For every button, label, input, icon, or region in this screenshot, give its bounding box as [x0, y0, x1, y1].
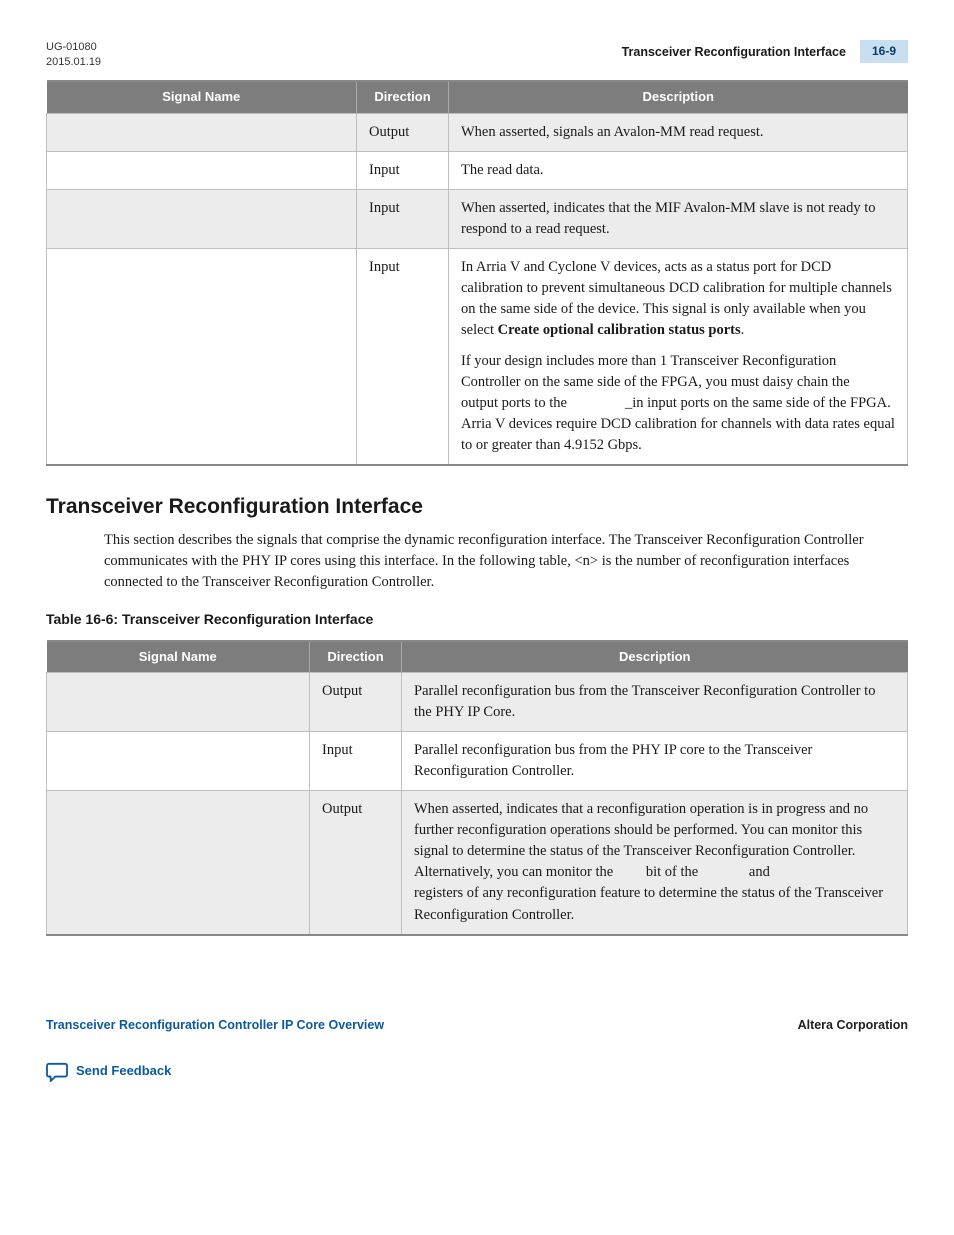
cell-signal	[47, 248, 357, 465]
table-row: Output When asserted, indicates that a r…	[47, 791, 908, 935]
cell-direction: Output	[310, 791, 402, 935]
header-right: Transceiver Reconfiguration Interface 16…	[622, 40, 908, 63]
table-caption: Table 16-6: Transceiver Reconfiguration …	[46, 609, 908, 629]
page-header: UG-01080 2015.01.19 Transceiver Reconfig…	[46, 40, 908, 70]
desc-text: If your design includes more than 1 Tran…	[461, 353, 850, 390]
cell-signal	[47, 113, 357, 151]
desc-text: and	[749, 864, 770, 880]
cell-direction: Input	[357, 189, 449, 248]
cell-signal	[47, 189, 357, 248]
speech-bubble-icon	[46, 1062, 68, 1082]
table-header-row: Signal Name Direction Description	[47, 641, 908, 673]
cell-signal	[47, 151, 357, 189]
desc-text: registers of any reconfiguration feature…	[414, 885, 883, 922]
cell-description: Parallel reconfiguration bus from the Tr…	[402, 673, 908, 732]
signal-table-1: Signal Name Direction Description Output…	[46, 80, 908, 466]
desc-bold: Create optional calibration status ports	[498, 322, 741, 338]
table-row: Input When asserted, indicates that the …	[47, 189, 908, 248]
cell-description: When asserted, indicates that the MIF Av…	[449, 189, 908, 248]
table-row: Output When asserted, signals an Avalon-…	[47, 113, 908, 151]
doc-id: UG-01080	[46, 40, 101, 55]
col-header-signal: Signal Name	[47, 81, 357, 113]
header-left: UG-01080 2015.01.19	[46, 40, 101, 70]
desc-text: bit of the	[646, 864, 698, 880]
doc-date: 2015.01.19	[46, 55, 101, 70]
table-row: Input The read data.	[47, 151, 908, 189]
cell-direction: Input	[357, 248, 449, 465]
cell-direction: Output	[357, 113, 449, 151]
cell-signal	[47, 673, 310, 732]
header-crumb: Transceiver Reconfiguration Interface	[622, 43, 846, 61]
cell-description: When asserted, signals an Avalon-MM read…	[449, 113, 908, 151]
table-row: Output Parallel reconfiguration bus from…	[47, 673, 908, 732]
col-header-direction: Direction	[357, 81, 449, 113]
desc-text: .	[741, 322, 745, 338]
section-heading: Transceiver Reconfiguration Interface	[46, 492, 908, 522]
cell-direction: Input	[310, 732, 402, 791]
footer-left-link[interactable]: Transceiver Reconfiguration Controller I…	[46, 1016, 384, 1034]
cell-description: In Arria V and Cyclone V devices, acts a…	[449, 248, 908, 465]
col-header-signal: Signal Name	[47, 641, 310, 673]
col-header-description: Description	[402, 641, 908, 673]
cell-direction: Input	[357, 151, 449, 189]
cell-description: The read data.	[449, 151, 908, 189]
page-number-badge: 16-9	[860, 40, 908, 63]
cell-signal	[47, 791, 310, 935]
cell-direction: Output	[310, 673, 402, 732]
signal-table-2: Signal Name Direction Description Output…	[46, 640, 908, 936]
section-body: This section describes the signals that …	[104, 530, 908, 593]
footer-right: Altera Corporation	[798, 1016, 908, 1034]
table-header-row: Signal Name Direction Description	[47, 81, 908, 113]
desc-text: When asserted, indicates that a reconfig…	[414, 801, 868, 880]
table-row: Input In Arria V and Cyclone V devices, …	[47, 248, 908, 465]
col-header-description: Description	[449, 81, 908, 113]
cell-signal	[47, 732, 310, 791]
desc-text: output ports to the	[461, 395, 567, 411]
cell-description: When asserted, indicates that a reconfig…	[402, 791, 908, 935]
send-feedback-label: Send Feedback	[76, 1062, 171, 1081]
page-footer: Transceiver Reconfiguration Controller I…	[46, 1016, 908, 1082]
table-row: Input Parallel reconfiguration bus from …	[47, 732, 908, 791]
cell-description: Parallel reconfiguration bus from the PH…	[402, 732, 908, 791]
col-header-direction: Direction	[310, 641, 402, 673]
send-feedback-link[interactable]: Send Feedback	[46, 1062, 908, 1082]
